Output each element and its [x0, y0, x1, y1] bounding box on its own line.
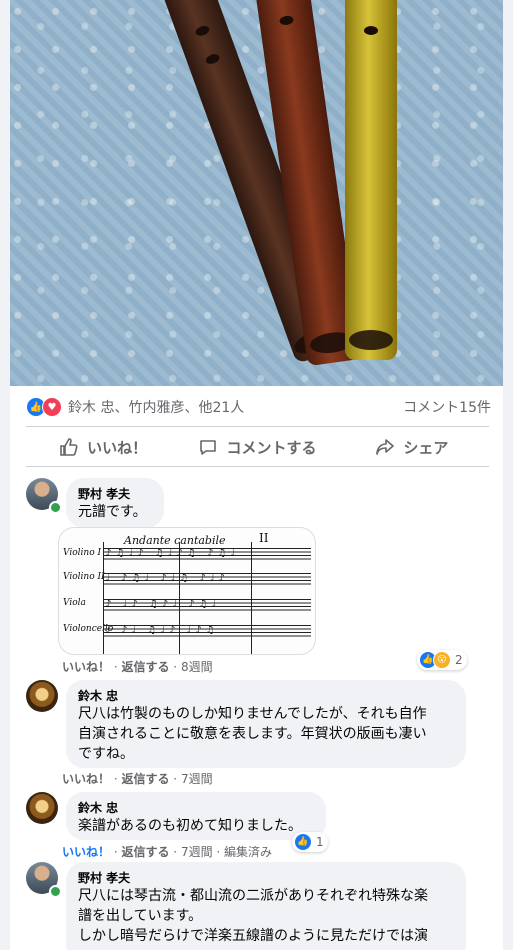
notes: ♩ ♪♩ ♫♩♪ ♩♪♫: [105, 625, 219, 636]
comment-meta: いいね！ · 返信する · 8週間: [62, 660, 213, 674]
like-reaction-icon: 👍: [294, 833, 312, 851]
comment-author[interactable]: 野村 孝夫: [78, 486, 152, 502]
divider: [26, 466, 489, 467]
comment-time[interactable]: 8週間: [181, 660, 213, 674]
comment-edited[interactable]: 編集済み: [224, 845, 272, 859]
bar-line: [251, 542, 252, 654]
comment-bubble: 鈴木 忠 尺八は竹製のものしか知りませんでしたが、それも自作 自演されることに敬…: [66, 680, 466, 768]
reaction-summary[interactable]: 👍 ♥ 鈴木 忠、竹内雅彦、他21人 コメント15件: [26, 396, 491, 418]
comment-meta: いいね！ · 返信する · 7週間 · 編集済み: [62, 845, 273, 859]
comment-time[interactable]: 7週間: [181, 772, 213, 786]
bar-line: [103, 542, 104, 654]
comment-like-link[interactable]: いいね！: [62, 772, 110, 786]
comment-reactions[interactable]: 👍 😮 2: [417, 650, 467, 670]
comment-text-line: しかし暗号だらけで洋楽五線譜のように見ただけでは演: [78, 928, 428, 944]
flute-yellow: [345, 0, 397, 360]
share-icon: [376, 439, 395, 455]
score-number: II: [259, 531, 269, 545]
comment-count[interactable]: コメント15件: [403, 397, 491, 417]
thumbs-up-icon: [60, 438, 78, 456]
comment-reply-link[interactable]: 返信する: [121, 772, 169, 786]
comment-meta: いいね！ · 返信する · 7週間: [62, 772, 213, 786]
comment-time[interactable]: 7週間: [181, 845, 213, 859]
comment-text-line: 自演されることに敬意を表します。年賀状の版画も凄い: [78, 726, 427, 742]
notes: ♪♫♩♪ ♫♩♪♫ ♪♫♩: [105, 548, 239, 559]
comment-bubble: 野村 孝夫 尺八には琴古流・都山流の二派がありそれぞれ特殊な楽 譜を出しています…: [66, 862, 466, 950]
comment-text-line: 尺八には琴古流・都山流の二派がありそれぞれ特殊な楽: [78, 888, 428, 904]
comment-author[interactable]: 野村 孝夫: [78, 870, 454, 886]
avatar[interactable]: [26, 680, 58, 712]
comment-button-label: コメントする: [226, 438, 317, 457]
online-indicator: [49, 501, 62, 514]
notes: ♩ ♪♫♩ ♪♩♫ ♪♩♪: [105, 573, 229, 584]
share-button[interactable]: シェア: [335, 430, 489, 464]
online-indicator: [49, 885, 62, 898]
avatar[interactable]: [26, 792, 58, 824]
score-tempo: Andante cantabile: [124, 534, 226, 547]
love-reaction-icon: ♥: [42, 397, 62, 417]
comment-text-line: 譜を出しています。: [78, 908, 203, 924]
score-instrument: Viola: [63, 598, 86, 608]
comment-icon: [200, 440, 217, 455]
comment-text-line: ですね。: [78, 746, 134, 762]
comment-author[interactable]: 鈴木 忠: [78, 688, 454, 704]
reaction-count: 2: [455, 653, 463, 667]
reaction-names[interactable]: 鈴木 忠、竹内雅彦、他21人: [68, 397, 244, 417]
wow-reaction-icon: 😮: [433, 651, 451, 669]
like-button[interactable]: いいね！: [26, 430, 180, 464]
comment-like-link[interactable]: いいね！: [62, 660, 110, 674]
share-button-label: シェア: [403, 438, 449, 457]
comment-author[interactable]: 鈴木 忠: [78, 800, 314, 816]
comment-button[interactable]: コメントする: [180, 430, 334, 464]
reaction-count: 1: [316, 835, 324, 849]
comment-text: 楽譜があるのも初めて知りました。: [78, 818, 302, 834]
comment-bubble: 鈴木 忠 楽譜があるのも初めて知りました。: [66, 792, 326, 840]
post-card: 👍 ♥ 鈴木 忠、竹内雅彦、他21人 コメント15件 いいね！ コメントする シ…: [10, 0, 503, 950]
score-instrument: Violino II: [63, 572, 105, 582]
comment-text: 元譜です。: [78, 504, 147, 520]
comment-reply-link[interactable]: 返信する: [121, 845, 169, 859]
like-button-label: いいね！: [87, 438, 148, 457]
comment-like-link[interactable]: いいね！: [62, 845, 110, 859]
post-photo[interactable]: [10, 0, 503, 386]
score-image[interactable]: Andante cantabile II Violino I Violino I…: [58, 527, 316, 655]
score-instrument: Violino I: [63, 548, 102, 558]
post-actions: いいね！ コメントする シェア: [26, 430, 489, 464]
notes: ♪ ♩♪ ♫♪♩ ♪♫♩: [105, 599, 221, 610]
comment-reactions[interactable]: 👍 1: [292, 832, 328, 852]
divider: [26, 426, 489, 427]
comment-reply-link[interactable]: 返信する: [121, 660, 169, 674]
comment-text-line: 尺八は竹製のものしか知りませんでしたが、それも自作: [78, 706, 427, 722]
comment-bubble: 野村 孝夫 元譜です。: [66, 478, 164, 528]
